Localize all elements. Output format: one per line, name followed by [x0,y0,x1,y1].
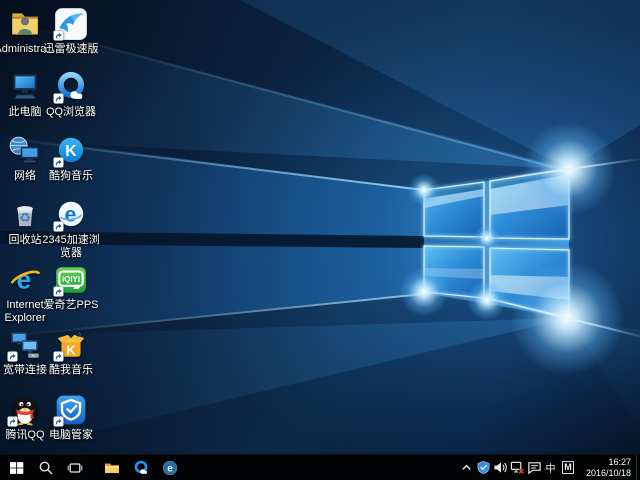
broadband-connection-icon [8,328,42,362]
light-glint [511,262,623,374]
shortcut-arrow-badge [53,30,64,41]
ie-letter: e [17,265,32,295]
explorer-icon [104,460,120,476]
shortcut-arrow-badge [53,93,64,104]
taskbar-clock[interactable]: 16:27 2016/10/18 [574,457,636,478]
desktop-icon-browser-2345[interactable]: e 2345加速浏览器 [39,198,103,260]
light-glint [523,123,615,215]
desktop[interactable]: Administra...迅雷极速版此电脑QQ浏览器网络K酷狗音乐♻回收站e23… [0,0,640,454]
light-flare [484,296,640,339]
desktop-icon-label: 爱奇艺PPS [43,299,98,312]
desktop-icon-label: 酷狗音乐 [49,170,93,183]
shield-icon [476,460,491,475]
action-center-icon [527,460,542,475]
system-tray [458,455,543,480]
tray-expand-button[interactable] [458,455,475,480]
iqiyi-text: iQIYI [62,275,80,284]
desktop-icon-label: 酷我音乐 [49,364,93,377]
desktop-icon-xunlei-speed[interactable]: 迅雷极速版 [39,7,103,56]
desktop-icon-label: 此电脑 [9,106,42,119]
internet-explorer-icon: e [8,263,42,297]
network-x-icon [510,460,525,475]
shortcut-arrow-badge [53,286,64,297]
windows-10-desktop-screen: Administra...迅雷极速版此电脑QQ浏览器网络K酷狗音乐♻回收站e23… [0,0,640,480]
shortcut-arrow-badge [7,416,18,427]
desktop-icon-label: 回收站 [9,234,42,247]
taskbar-tray-area: 中 M 16:27 2016/10/18 [458,455,640,480]
volume-tray-icon[interactable] [492,455,509,480]
taskbar-buttons: e [0,455,184,480]
ime-mode-indicator[interactable]: M [562,461,574,474]
taskbar-gap [89,455,97,480]
qqbrowser-mini-icon [133,460,149,476]
desktop-icon-label: 2345加速浏览器 [39,234,103,260]
show-desktop-button[interactable] [636,455,640,480]
clock-time: 16:27 [608,457,631,468]
desktop-icon-qq-browser[interactable]: QQ浏览器 [39,70,103,119]
qq-browser-taskbar-button[interactable] [126,455,155,480]
light-glint [467,280,507,320]
network-tray-icon[interactable] [509,455,526,480]
taskview-icon [67,460,83,476]
e-circle-icon: e [162,460,178,476]
action-center-button[interactable] [526,455,543,480]
chevron-up-icon [459,460,474,475]
speaker-icon [493,460,508,475]
desktop-icon-label: 电脑管家 [49,429,93,442]
kuwo-letter: K [66,343,76,358]
desktop-icon-label: 迅雷极速版 [44,43,99,56]
svg-text:♻: ♻ [19,210,30,225]
administrator-folder-icon [8,7,42,41]
task-view-button[interactable] [60,455,89,480]
xunlei-speed-icon [54,7,88,41]
qq-browser-icon [54,70,88,104]
shortcut-arrow-badge [53,157,64,168]
e2345-letter: e [65,202,77,226]
search-icon [38,460,54,476]
desktop-icon-pc-manager[interactable]: 电脑管家 [39,393,103,442]
pc-manager-icon [54,393,88,427]
clock-date: 2016/10/18 [586,468,631,479]
ime-language-indicator[interactable]: 中 [543,460,558,475]
svg-text:♪: ♪ [76,329,81,341]
file-explorer-button[interactable] [97,455,126,480]
pc-manager-tray-icon[interactable] [475,455,492,480]
light-flare [495,158,640,181]
browser-2345-taskbar-button[interactable]: e [155,455,184,480]
iqiyi-pps-icon: iQIYI [54,263,88,297]
this-pc-icon [8,70,42,104]
shortcut-arrow-badge [7,351,18,362]
desktop-icon-kugou-music[interactable]: K 酷狗音乐 [39,134,103,183]
desktop-icon-iqiyi-pps[interactable]: iQIYI 爱奇艺PPS [39,263,103,312]
taskbar: e 中 M 16:27 2016/10/18 [0,454,640,480]
kugou-music-icon: K [54,134,88,168]
kuwo-music-icon: K♪ [54,328,88,362]
start-button[interactable] [2,455,31,480]
desktop-icon-kuwo-music[interactable]: K♪ 酷我音乐 [39,328,103,377]
desktop-icon-label: QQ浏览器 [46,106,96,119]
light-glint [474,225,500,251]
shortcut-arrow-badge [53,221,64,232]
shortcut-arrow-badge [53,416,64,427]
shortcut-arrow-badge [53,351,64,362]
kugou-letter: K [65,143,77,160]
light-glint [408,174,440,206]
tencent-qq-icon [8,393,42,427]
desktop-icon-label: 网络 [14,170,36,183]
light-glint [400,268,448,316]
search-button[interactable] [31,455,60,480]
recycle-bin-icon: ♻ [8,198,42,232]
network-icon [8,134,42,168]
browser-2345-icon: e [54,198,88,232]
taskbar-e-letter: e [167,463,173,474]
windows-icon [9,460,25,476]
